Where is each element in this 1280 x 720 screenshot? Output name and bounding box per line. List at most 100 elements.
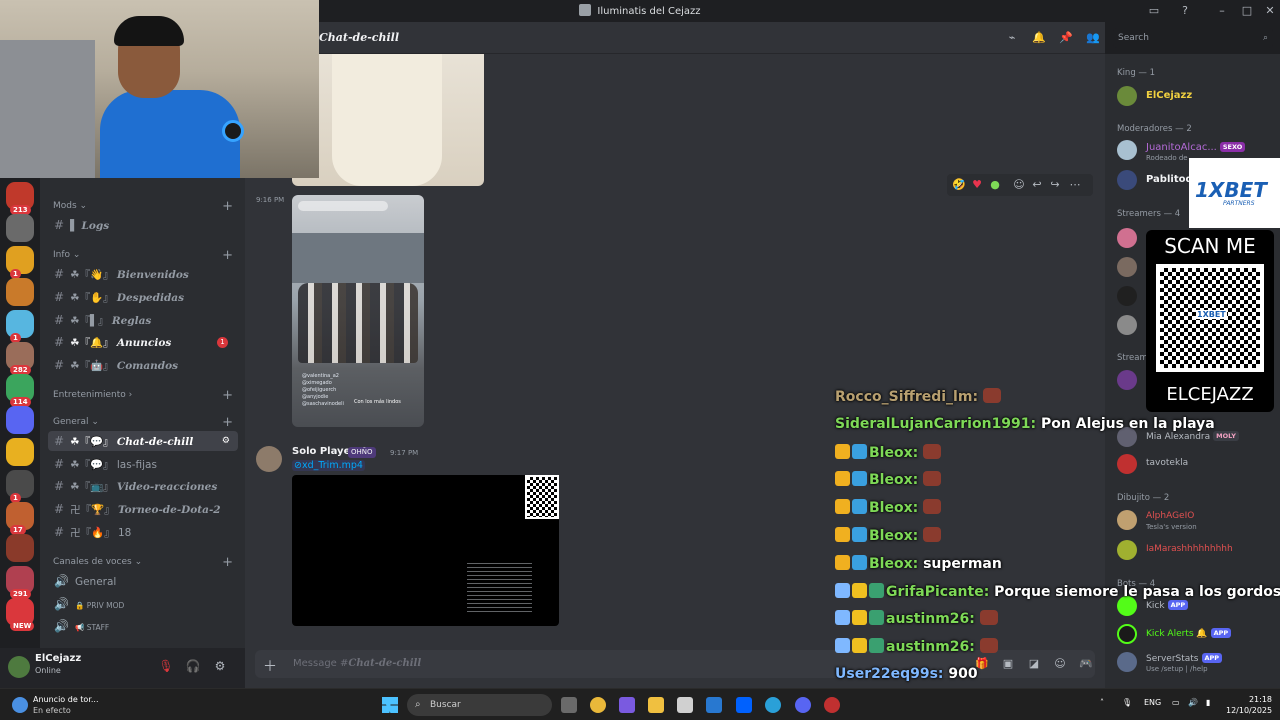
mic-muted-icon[interactable]: 🎙 — [158, 658, 174, 674]
headphones-icon[interactable]: 🎧 — [185, 658, 201, 674]
stream-chat-message: Pon Alejus en la playa — [1036, 415, 1215, 432]
webcam-overlay — [0, 0, 319, 178]
server-icon[interactable] — [6, 438, 34, 466]
video-player[interactable] — [292, 475, 559, 626]
close-button[interactable]: ✕ — [1262, 3, 1278, 19]
bell-icon[interactable]: 🔔 — [1032, 31, 1046, 45]
member-item[interactable]: Kick Alerts 🔔 APP — [1117, 624, 1277, 646]
store-icon[interactable] — [677, 697, 693, 713]
inbox-icon[interactable]: ▭ — [1146, 3, 1162, 19]
add-channel-icon[interactable]: + — [222, 416, 233, 429]
channel-chat-de-chill[interactable]: # ☘『💬』 Chat-de-chill ⚙ — [48, 431, 238, 451]
dropbox-icon[interactable] — [736, 697, 752, 713]
server-icon[interactable] — [6, 534, 34, 562]
sticker-icon[interactable]: ◪ — [1027, 657, 1041, 671]
mic-tray-icon[interactable]: 🎙 — [1122, 698, 1132, 707]
forward-icon[interactable]: ↪ — [1047, 177, 1063, 193]
member-name: AlphAGeIO — [1146, 511, 1195, 521]
heart-reaction-icon[interactable]: ♥ — [969, 177, 985, 193]
message-author[interactable]: Solo Player — [292, 446, 355, 457]
windows-start-icon[interactable] — [382, 697, 398, 713]
avatar[interactable] — [256, 446, 282, 472]
user-name[interactable]: ElCejazz — [35, 653, 81, 664]
stream-chat-user: Rocco_Siffredi_lm: — [835, 389, 979, 405]
add-reaction-icon[interactable]: ☺ — [1011, 177, 1027, 193]
emoji-reaction-laugh-icon[interactable]: 🤣 — [951, 177, 967, 193]
task-view-icon[interactable] — [561, 697, 577, 713]
apps-icon[interactable]: 🎮 — [1079, 657, 1093, 671]
add-channel-icon[interactable]: + — [222, 249, 233, 262]
clock[interactable]: 21:18 12/10/2025 — [1226, 694, 1272, 716]
add-channel-icon[interactable]: + — [222, 556, 233, 569]
copilot-icon[interactable] — [619, 697, 635, 713]
server-icon[interactable] — [6, 406, 34, 434]
server-icon[interactable] — [6, 278, 34, 306]
search-placeholder: Search — [1118, 33, 1149, 43]
server-icon[interactable] — [6, 214, 34, 242]
member-item[interactable]: IaMarashhhhhhhhh — [1117, 540, 1277, 562]
edge-icon[interactable] — [765, 697, 781, 713]
volume-icon[interactable]: 🔊 — [1188, 698, 1198, 707]
stream-chat-line: Bleox: — [835, 527, 942, 544]
member-item[interactable]: tavotekla — [1117, 454, 1277, 476]
emoji-icon[interactable]: ☺ — [1053, 657, 1067, 671]
story-screenshot-image[interactable]: @valentina_a2 @ximegado @ofeijiguerch @a… — [292, 195, 424, 427]
maximize-button[interactable]: □ — [1239, 3, 1255, 19]
gif-icon[interactable]: ▣ — [1001, 657, 1015, 671]
avatar[interactable] — [8, 656, 30, 678]
channel-video-reacciones[interactable]: # ☘『📺』 Video-reacciones — [48, 476, 238, 496]
avatar — [1117, 370, 1137, 390]
language-indicator[interactable]: ENG — [1144, 698, 1161, 707]
category-general[interactable]: General ⌄ — [53, 417, 99, 427]
help-icon[interactable]: ? — [1177, 3, 1193, 19]
member-item[interactable]: AlphAGeIO Tesla's version — [1117, 510, 1277, 532]
channel-despedidas[interactable]: # ☘『✋』 Despedidas — [48, 287, 238, 307]
category-entretenimiento[interactable]: Entretenimiento › — [53, 390, 132, 400]
taskbar-search[interactable]: ⌕ Buscar — [407, 694, 552, 716]
category-mods[interactable]: Mods ⌄ — [53, 201, 87, 211]
channel-bienvenidos[interactable]: # ☘『👋』 Bienvenidos — [48, 264, 238, 284]
battery-icon[interactable]: ▮ — [1206, 698, 1210, 707]
category-info[interactable]: Info ⌄ — [53, 250, 80, 260]
channel-reglas[interactable]: # ☘『▌』 Reglas — [48, 310, 238, 330]
app-icon[interactable] — [824, 697, 840, 713]
voice-channel-general[interactable]: 🔊 General — [48, 571, 238, 591]
message-placeholder: Message #Chat-de-chill — [293, 658, 421, 669]
file-explorer-icon[interactable] — [648, 697, 664, 713]
channel-anuncios[interactable]: # ☘『🔔』 Anuncios 1 — [48, 332, 238, 352]
member-item[interactable]: ElCejazz — [1117, 86, 1277, 108]
channel-torneo[interactable]: # 卍『🏆』 Torneo-de-Dota-2 — [48, 499, 238, 519]
member-item[interactable]: ServerStats APP Use /setup | /help — [1117, 652, 1277, 674]
channel-logs[interactable]: # ▌ Logs — [48, 215, 238, 235]
reply-icon[interactable]: ↩ — [1029, 177, 1045, 193]
search-input[interactable]: Search ⌕ — [1113, 28, 1273, 48]
pin-icon[interactable]: 📌 — [1059, 31, 1073, 45]
outlook-icon[interactable] — [706, 697, 722, 713]
more-icon[interactable]: ⋯ — [1067, 177, 1083, 193]
channel-comandos[interactable]: # ☘『🤖』 Comandos — [48, 355, 238, 375]
threads-icon[interactable]: ⌁ — [1005, 31, 1019, 45]
add-channel-icon[interactable]: + — [222, 389, 233, 402]
settings-icon[interactable]: ⚙ — [222, 431, 230, 451]
emote-icon — [979, 610, 998, 626]
clock-time: 21:18 — [1248, 695, 1272, 704]
voice-channel-staff[interactable]: 🔊 📢 STAFF — [48, 616, 238, 636]
channel-18[interactable]: # 卍『🔥』 18 — [48, 522, 238, 542]
minimize-button[interactable]: – — [1214, 3, 1230, 19]
voice-channel-priv-mod[interactable]: 🔊 🔒 PRIV MOD — [48, 594, 238, 614]
channel-las-fijas[interactable]: # ☘『💬』 las-fijas — [48, 454, 238, 474]
add-attachment-icon[interactable]: ＋ — [263, 656, 277, 676]
stream-chat-line: Rocco_Siffredi_lm: — [835, 388, 1001, 405]
settings-icon[interactable]: ⚙ — [212, 658, 228, 674]
tray-chevron-icon[interactable]: ˄ — [1100, 698, 1104, 707]
category-label: Canales de voces — [53, 557, 132, 567]
emoji-reaction-icon[interactable]: ● — [987, 177, 1003, 193]
attachment-link[interactable]: ⊘xd_Trim.mp4 — [292, 460, 365, 471]
add-channel-icon[interactable]: + — [222, 200, 233, 213]
network-icon[interactable]: ▭ — [1172, 698, 1180, 707]
category-voice[interactable]: Canales de voces ⌄ — [53, 557, 142, 567]
image-attachment[interactable] — [292, 54, 484, 186]
discord-taskbar-icon[interactable] — [795, 697, 811, 713]
chrome-icon[interactable] — [590, 697, 606, 713]
members-icon[interactable]: 👥 — [1086, 31, 1100, 45]
